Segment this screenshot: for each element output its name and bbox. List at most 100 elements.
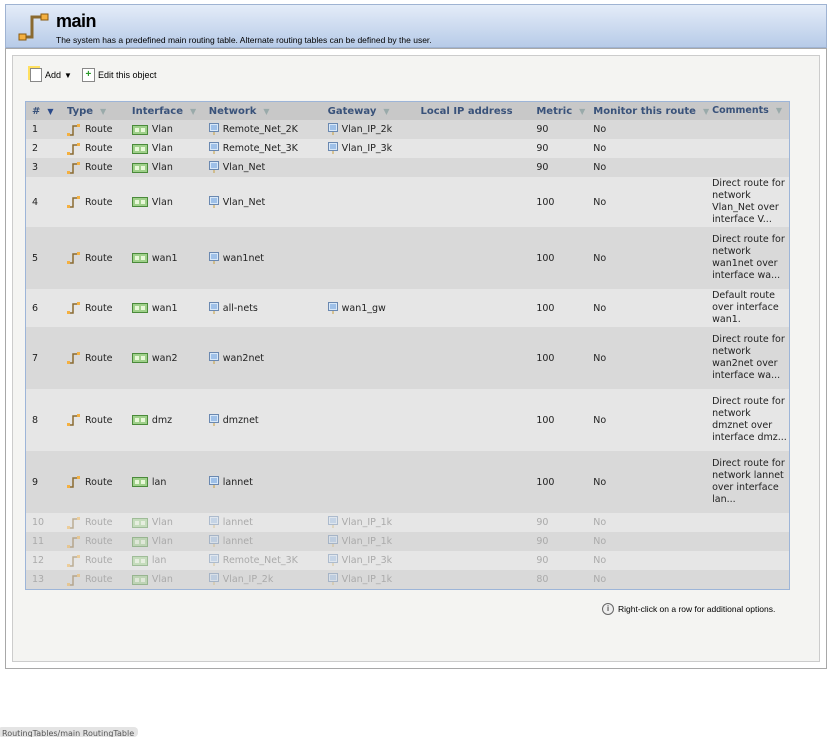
metric: 100 bbox=[536, 196, 555, 208]
comment: Direct route for network dmznet over int… bbox=[712, 396, 787, 443]
interface-icon bbox=[131, 415, 148, 425]
network-name: Vlan_IP_2k bbox=[222, 574, 274, 585]
network-name: dmznet bbox=[222, 414, 259, 426]
interface-icon bbox=[131, 143, 148, 154]
column-header[interactable]: Comments ▼ bbox=[710, 105, 789, 117]
table-row[interactable]: 12 Route lan Remote_Net_3K Vlan_IP_3k 90 No bbox=[26, 551, 789, 570]
monitor-route: No bbox=[593, 517, 607, 528]
monitor-route: No bbox=[593, 536, 607, 547]
sort-arrow-icon: ▼ bbox=[47, 106, 54, 116]
route-icon bbox=[66, 196, 80, 208]
comment: Direct route for network wan2net over in… bbox=[712, 334, 785, 381]
route-icon bbox=[66, 352, 80, 364]
metric: 90 bbox=[536, 536, 549, 547]
table-row[interactable]: 4 Route Vlan Vlan_Net 100 No Direct route for … bbox=[26, 177, 789, 227]
row-number: 2 bbox=[32, 143, 39, 154]
monitor-route: No bbox=[593, 302, 607, 314]
network-name: Remote_Net_3K bbox=[222, 555, 298, 566]
column-header[interactable]: Gateway ▼ bbox=[322, 106, 415, 117]
table-row[interactable]: 7 Route wan2 wan2net 100 No Direct route for n… bbox=[26, 327, 789, 389]
table-row[interactable]: 8 Route dmz dmznet 100 No Direct route for net… bbox=[26, 389, 789, 451]
route-type: Route bbox=[84, 252, 113, 264]
network-name: Remote_Net_3K bbox=[222, 143, 298, 154]
network-icon bbox=[208, 516, 219, 528]
row-number: 11 bbox=[32, 536, 45, 547]
status-path: RoutingTables/main RoutingTable bbox=[0, 727, 139, 737]
interface-icon bbox=[131, 477, 148, 487]
interface-name: Vlan bbox=[151, 124, 173, 135]
table-row[interactable]: 11 Route Vlan lannet Vlan_IP_1k 90 No bbox=[26, 532, 789, 551]
toolbar: Add ▼ + Edit this object bbox=[30, 68, 166, 82]
table-row[interactable]: 2 Route Vlan Remote_Net_3K Vlan_IP_3k 90 No bbox=[26, 139, 789, 158]
table-row[interactable]: 3 Route Vlan Vlan_Net 90 No bbox=[26, 158, 789, 177]
table-row[interactable]: 5 Route wan1 wan1net 100 No Direct route for n… bbox=[26, 227, 789, 289]
info-icon: i bbox=[602, 603, 614, 615]
network-name: all-nets bbox=[222, 302, 258, 314]
page-description: The system has a predefined main routing… bbox=[56, 35, 432, 45]
add-button[interactable]: Add ▼ bbox=[30, 68, 72, 82]
metric: 90 bbox=[536, 517, 549, 528]
column-header[interactable]: Metric ▼ bbox=[530, 106, 587, 117]
route-icon bbox=[18, 13, 49, 41]
page-title: main bbox=[56, 11, 97, 31]
edit-icon: + bbox=[81, 68, 95, 82]
network-name: Remote_Net_2K bbox=[222, 124, 298, 135]
interface-name: Vlan bbox=[151, 162, 173, 173]
route-type: Route bbox=[84, 536, 113, 547]
add-label: Add bbox=[45, 70, 62, 80]
row-number: 10 bbox=[32, 517, 45, 528]
network-icon bbox=[208, 413, 219, 426]
table-row[interactable]: 9 Route lan lannet 100 No Direct route for net… bbox=[26, 451, 789, 513]
metric: 90 bbox=[536, 124, 549, 135]
monitor-route: No bbox=[593, 143, 607, 154]
edit-object-button[interactable]: + Edit this object bbox=[81, 68, 156, 82]
gateway-icon bbox=[327, 516, 338, 528]
network-name: lannet bbox=[222, 536, 253, 547]
sort-arrow-icon: ▼ bbox=[190, 106, 197, 116]
route-type: Route bbox=[84, 352, 113, 364]
interface-name: Vlan bbox=[151, 196, 173, 208]
interface-icon bbox=[131, 197, 148, 207]
interface-icon bbox=[131, 353, 148, 363]
table-row[interactable]: 1 Route Vlan Remote_Net_2K Vlan_IP_2k 90 No bbox=[26, 120, 789, 139]
route-icon bbox=[66, 516, 80, 529]
gateway-name: Vlan_IP_2k bbox=[341, 124, 393, 135]
gateway-name: Vlan_IP_3k bbox=[341, 143, 393, 154]
monitor-route: No bbox=[593, 574, 607, 585]
metric: 80 bbox=[536, 574, 549, 585]
column-header-label: Comments bbox=[712, 105, 769, 116]
interface-name: Vlan bbox=[151, 574, 173, 585]
column-header[interactable]: Network ▼ bbox=[203, 106, 322, 117]
column-header[interactable]: Monitor this route ▼ bbox=[587, 106, 710, 117]
table-row[interactable]: 6 Route wan1 all-nets wan1_gw 100 No Default ro… bbox=[26, 289, 789, 327]
network-icon bbox=[208, 573, 219, 585]
column-header[interactable]: Local IP address bbox=[415, 106, 531, 117]
interface-icon bbox=[131, 536, 148, 547]
network-name: wan1net bbox=[222, 252, 265, 264]
column-header-label: Interface bbox=[131, 105, 184, 117]
metric: 100 bbox=[536, 414, 555, 426]
column-header[interactable]: Type ▼ bbox=[61, 106, 126, 117]
monitor-route: No bbox=[593, 555, 607, 566]
column-header[interactable]: Interface ▼ bbox=[126, 106, 203, 117]
network-icon bbox=[208, 142, 219, 154]
gateway-icon bbox=[327, 535, 338, 547]
column-header[interactable]: # ▼ bbox=[26, 106, 61, 117]
network-icon bbox=[208, 351, 219, 364]
column-header-label: # bbox=[32, 105, 41, 117]
route-type: Route bbox=[84, 196, 113, 208]
monitor-route: No bbox=[593, 162, 607, 173]
table-row[interactable]: 13 Route Vlan Vlan_IP_2k Vlan_IP_1k 80 No bbox=[26, 570, 789, 589]
table-row[interactable]: 10 Route Vlan lannet Vlan_IP_1k 90 No bbox=[26, 513, 789, 532]
network-icon bbox=[208, 554, 219, 566]
metric: 90 bbox=[536, 555, 549, 566]
route-icon bbox=[66, 476, 80, 488]
sort-arrow-icon: ▼ bbox=[100, 106, 107, 116]
network-name: lannet bbox=[222, 517, 253, 528]
row-number: 8 bbox=[32, 414, 39, 426]
sort-arrow-icon: ▼ bbox=[775, 106, 782, 115]
monitor-route: No bbox=[593, 414, 607, 426]
interface-name: dmz bbox=[151, 414, 173, 426]
new-document-icon bbox=[30, 68, 42, 82]
route-icon bbox=[66, 123, 80, 136]
